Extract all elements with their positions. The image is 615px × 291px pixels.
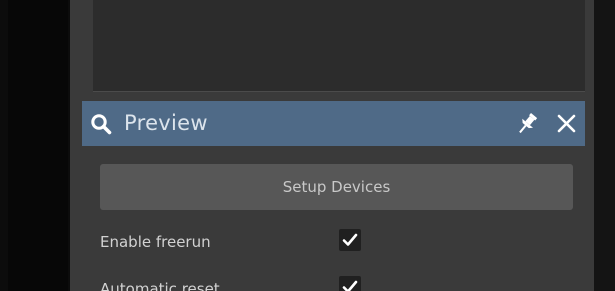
automatic-reset-label: Automatic reset [100,280,220,291]
enable-freerun-checkbox[interactable] [339,229,361,251]
option-row-automatic-reset: Automatic reset [100,274,400,291]
left-edge-area [8,0,68,291]
preview-panel-body: Setup Devices Enable freerun Automatic r… [82,146,585,291]
search-icon [90,113,112,135]
right-dark-area [594,0,615,291]
setup-devices-button[interactable]: Setup Devices [100,164,573,210]
checkmark-icon [342,280,358,291]
automatic-reset-checkbox[interactable] [339,276,361,291]
close-icon[interactable] [556,113,577,134]
preview-panel-header[interactable]: Preview [82,101,585,146]
screen: Preview Setup Devices Enable freerun Aut… [0,0,615,291]
pin-icon[interactable] [514,112,540,136]
option-row-enable-freerun: Enable freerun [100,227,400,257]
panel-divider [82,92,585,101]
upper-panel-area [93,0,585,92]
panel-title: Preview [124,111,208,135]
checkmark-icon [342,233,358,246]
enable-freerun-label: Enable freerun [100,233,211,251]
